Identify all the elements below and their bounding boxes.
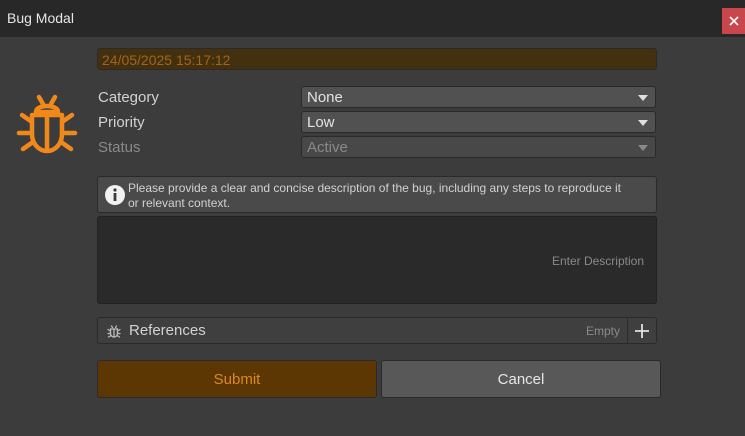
bug-small-icon: [107, 325, 121, 338]
status-value: Active: [307, 139, 348, 156]
priority-label: Priority: [98, 114, 145, 131]
cancel-button[interactable]: Cancel: [381, 360, 661, 398]
window-title: Bug Modal: [7, 10, 74, 26]
close-icon: [728, 16, 739, 26]
chevron-down-icon: [638, 120, 648, 126]
priority-dropdown[interactable]: Low: [301, 111, 656, 133]
category-value: None: [307, 89, 343, 106]
datetime-value: 24/05/2025 15:17:12: [102, 52, 231, 68]
priority-value: Low: [307, 114, 335, 131]
status-dropdown: Active: [301, 136, 656, 158]
description-textarea[interactable]: Enter Description: [97, 216, 657, 304]
info-icon: [105, 185, 125, 205]
title-bar: Bug Modal: [0, 0, 745, 37]
chevron-down-icon: [638, 95, 648, 101]
references-label: References: [129, 322, 206, 339]
plus-icon: [635, 323, 649, 338]
datetime-field[interactable]: 24/05/2025 15:17:12: [97, 48, 657, 70]
description-placeholder: Enter Description: [551, 254, 644, 268]
bug-icon: [16, 94, 78, 154]
category-label: Category: [98, 89, 159, 106]
chevron-down-icon: [638, 145, 648, 151]
references-section[interactable]: References Empty: [97, 317, 657, 344]
submit-button[interactable]: Submit: [97, 360, 377, 398]
close-button[interactable]: [722, 8, 745, 34]
help-text: Please provide a clear and concise descr…: [128, 181, 621, 210]
status-label: Status: [98, 139, 141, 156]
references-count: Empty: [585, 324, 620, 338]
category-dropdown[interactable]: None: [301, 86, 656, 108]
help-box: Please provide a clear and concise descr…: [97, 176, 657, 213]
add-reference-button[interactable]: [627, 318, 656, 343]
